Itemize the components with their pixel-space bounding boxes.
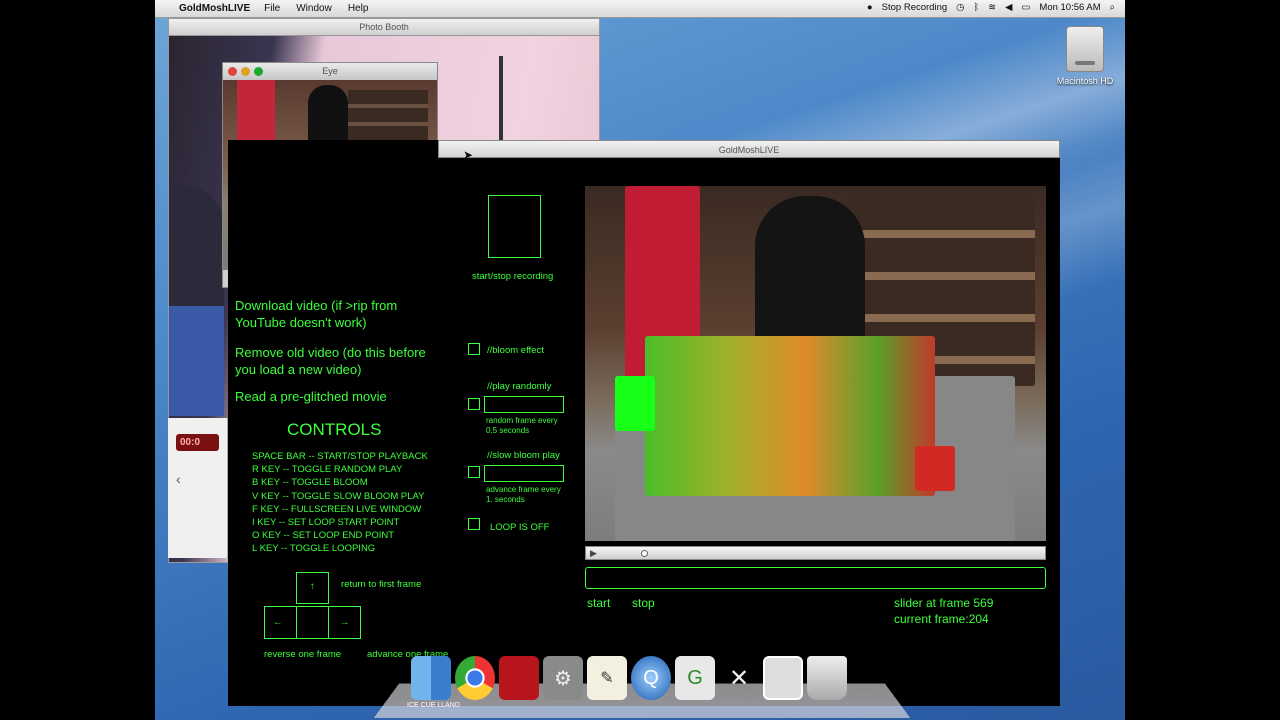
slow-bloom-label: //slow bloom play: [487, 450, 560, 461]
macintosh-hd-icon[interactable]: Macintosh HD: [1045, 26, 1125, 86]
record-dot-icon: ●: [866, 2, 873, 13]
shortcut-item: I KEY -- SET LOOP START POINT: [252, 517, 400, 529]
zoom-icon[interactable]: [254, 67, 263, 76]
slow-bloom-checkbox[interactable]: [468, 466, 480, 478]
textedit-icon[interactable]: ✎: [587, 656, 627, 700]
glitched-video-view: [585, 186, 1046, 541]
shortcut-item: V KEY -- TOGGLE SLOW BLOOM PLAY: [252, 490, 425, 502]
play-randomly-label: //play randomly: [487, 381, 552, 392]
record-label: start/stop recording: [472, 271, 554, 282]
shirt-pattern: [169, 306, 224, 416]
red-block: [915, 446, 955, 491]
shortcut-item: F KEY -- FULLSCREEN LIVE WINDOW: [252, 503, 422, 515]
shortcut-item: O KEY -- SET LOOP END POINT: [252, 530, 395, 542]
return-first-label: return to first frame: [341, 579, 422, 590]
photo-booth-icon[interactable]: [499, 656, 539, 700]
video-scrub-bar[interactable]: ▶: [585, 546, 1046, 560]
current-frame-readout: current frame:204: [894, 612, 989, 626]
reverse-one-label: reverse one frame: [264, 649, 342, 660]
desktop: GoldMoshLIVE File Window Help ● Stop Rec…: [155, 0, 1125, 720]
random-frame-note: random frame every 0.5 seconds: [486, 416, 558, 435]
start-button[interactable]: start: [587, 595, 610, 612]
remove-old-video-link[interactable]: Remove old video (do this before you loa…: [235, 344, 440, 378]
app-menu[interactable]: GoldMoshLIVE: [179, 3, 250, 14]
time-machine-icon[interactable]: ◷: [956, 2, 964, 13]
chrome-icon[interactable]: [455, 656, 495, 700]
block-tower: [645, 336, 935, 496]
menu-clock[interactable]: Mon 10:56 AM: [1039, 2, 1100, 13]
frame-slider[interactable]: [585, 567, 1046, 589]
play-randomly-checkbox[interactable]: [468, 398, 480, 410]
volume-icon[interactable]: ◀: [1005, 2, 1012, 13]
record-button[interactable]: [488, 195, 541, 258]
menu-file[interactable]: File: [264, 3, 280, 14]
eye-title: Eye: [322, 66, 338, 76]
goldmosh-titlebar[interactable]: GoldMoshLIVE: [438, 140, 1060, 158]
recording-timer: 00:0: [176, 434, 219, 451]
dock: ⚙ ✎ Q G ✕ ICE CUE LLAND: [373, 650, 911, 720]
finder-icon[interactable]: [411, 656, 451, 700]
shortcut-item: R KEY -- TOGGLE RANDOM PLAY: [252, 464, 403, 476]
dock-caption: ICE CUE LLAND: [407, 702, 460, 709]
controls-title: CONTROLS: [287, 420, 382, 439]
grapher-icon[interactable]: G: [675, 656, 715, 700]
minimize-icon[interactable]: [241, 67, 250, 76]
menu-window[interactable]: Window: [296, 3, 332, 14]
photo-booth-titlebar[interactable]: Photo Booth: [169, 19, 599, 36]
xcode-icon[interactable]: ✕: [719, 656, 759, 700]
scrub-knob[interactable]: [641, 550, 648, 557]
left-arrow-icon: ←: [273, 617, 283, 628]
spotlight-search-icon[interactable]: ⌕: [1110, 2, 1115, 13]
random-frame-field[interactable]: [484, 396, 564, 413]
play-icon[interactable]: ▶: [590, 548, 597, 559]
photo-booth-controls: 00:0 ‹: [168, 418, 228, 558]
read-preglitched-link[interactable]: Read a pre-glitched movie: [235, 388, 440, 405]
shortcut-item: L KEY -- TOGGLE LOOPING: [252, 543, 376, 555]
quicktime-icon[interactable]: Q: [631, 656, 671, 700]
up-arrow-icon: ↑: [310, 581, 315, 592]
stop-button[interactable]: stop: [632, 595, 655, 612]
loop-status: LOOP IS OFF: [490, 522, 550, 533]
bloom-label: //bloom effect: [487, 345, 544, 356]
battery-icon[interactable]: ▭: [1021, 2, 1030, 13]
glitch-block: [615, 376, 655, 431]
right-arrow-icon: →: [340, 617, 350, 628]
menu-help[interactable]: Help: [348, 3, 369, 14]
bloom-checkbox[interactable]: [468, 343, 480, 355]
eye-titlebar[interactable]: Eye: [223, 63, 437, 80]
drive-label: Macintosh HD: [1056, 76, 1114, 86]
bluetooth-icon[interactable]: ᛒ: [973, 2, 979, 13]
menu-bar: GoldMoshLIVE File Window Help ● Stop Rec…: [155, 0, 1125, 18]
system-preferences-icon[interactable]: ⚙: [543, 656, 583, 700]
trash-icon[interactable]: [807, 656, 847, 700]
collapse-arrow-icon[interactable]: ‹: [176, 471, 219, 487]
download-video-link[interactable]: Download video (if >rip from YouTube doe…: [235, 297, 435, 331]
slider-frame-readout: slider at frame 569: [894, 596, 994, 610]
advance-frame-field[interactable]: [484, 465, 564, 482]
preview-icon[interactable]: [763, 656, 803, 700]
shortcut-item: SPACE BAR -- START/STOP PLAYBACK: [252, 451, 428, 462]
hard-drive-icon: [1066, 26, 1104, 72]
shortcut-item: B KEY -- TOGGLE BLOOM: [252, 477, 368, 489]
mouse-cursor-icon: ➤: [463, 148, 474, 162]
loop-checkbox[interactable]: [468, 518, 480, 530]
advance-frame-note: advance frame every 1. seconds: [486, 485, 561, 504]
wifi-icon[interactable]: ≋: [988, 2, 996, 13]
stop-recording-status[interactable]: Stop Recording: [882, 2, 947, 13]
close-icon[interactable]: [228, 67, 237, 76]
center-key: [296, 606, 329, 639]
goldmosh-window: GoldMoshLIVE Download video (if >rip fro…: [228, 140, 1060, 706]
key-shortcuts-list: SPACE BAR -- START/STOP PLAYBACK R KEY -…: [252, 450, 428, 556]
